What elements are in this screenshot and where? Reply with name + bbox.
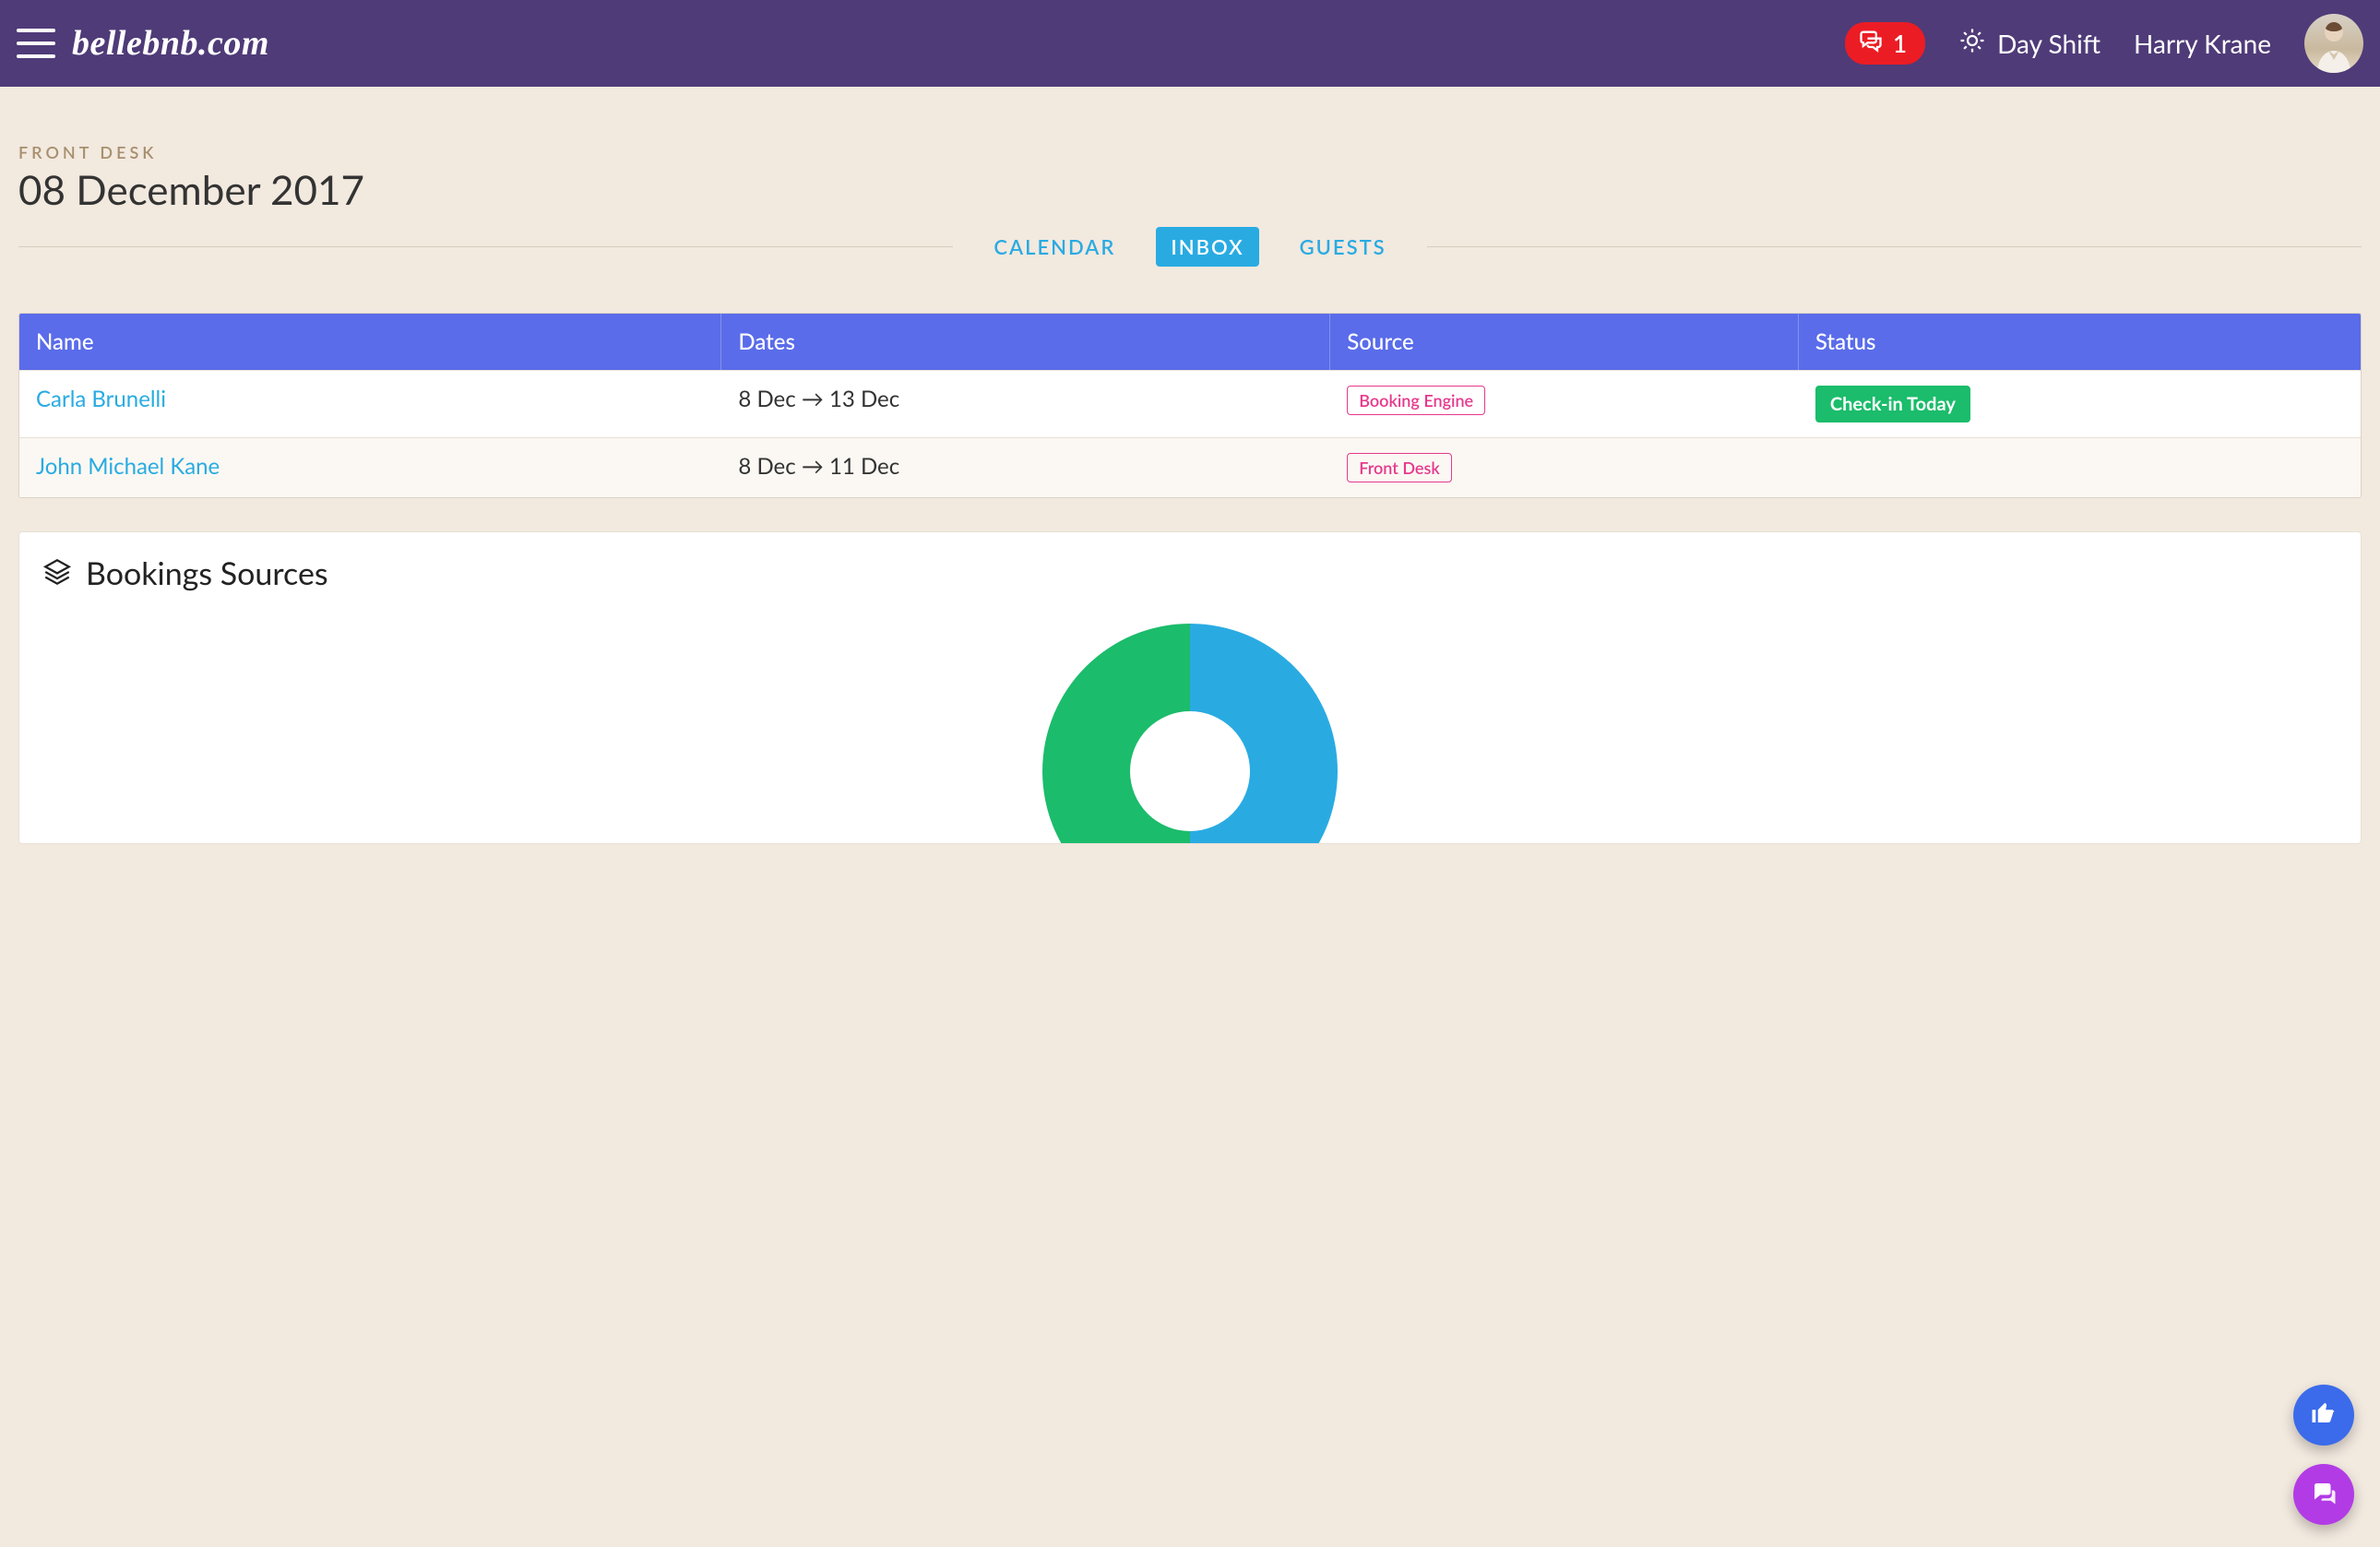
donut-hole (1130, 711, 1250, 831)
breadcrumb: FRONT DESK (18, 142, 2362, 162)
notification-count: 1 (1893, 29, 1907, 58)
guest-link[interactable]: Carla Brunelli (36, 386, 166, 412)
page-title: 08 December 2017 (18, 166, 2362, 214)
source-badge: Front Desk (1347, 453, 1451, 482)
cell-dates: 8 Dec → 13 Dec (721, 371, 1330, 437)
tab-row: CALENDAR INBOX GUESTS (18, 227, 2362, 267)
inbox-table: Name Dates Source Status Carla Brunelli … (18, 313, 2362, 498)
th-name: Name (19, 314, 721, 370)
app-logo[interactable]: bellebnb.com (72, 23, 269, 64)
avatar[interactable] (2304, 14, 2363, 73)
rule-right (1427, 246, 2362, 247)
card-title: Bookings Sources (86, 554, 328, 592)
source-badge: Booking Engine (1347, 386, 1485, 415)
table-row: John Michael Kane 8 Dec → 11 Dec Front D… (19, 437, 2361, 497)
thumbs-up-fab[interactable] (2293, 1385, 2354, 1446)
chat-icon (1858, 28, 1884, 59)
cell-name: Carla Brunelli (19, 371, 721, 437)
thumbs-up-icon (2310, 1399, 2338, 1431)
bookings-sources-card: Bookings Sources (18, 531, 2362, 844)
th-status: Status (1799, 314, 2361, 370)
menu-button[interactable] (17, 29, 55, 58)
fab-stack (2293, 1385, 2354, 1525)
tabs: CALENDAR INBOX GUESTS (953, 227, 1426, 267)
topbar: bellebnb.com 1 Day Shift Harry Krane (0, 0, 2380, 87)
notification-pill[interactable]: 1 (1845, 22, 1925, 65)
shift-toggle[interactable]: Day Shift (1958, 27, 2100, 60)
table-row: Carla Brunelli 8 Dec → 13 Dec Booking En… (19, 370, 2361, 437)
tab-inbox[interactable]: INBOX (1156, 227, 1258, 267)
cell-dates: 8 Dec → 11 Dec (721, 438, 1330, 497)
cell-source: Front Desk (1330, 438, 1799, 497)
tab-guests[interactable]: GUESTS (1285, 227, 1401, 267)
user-name[interactable]: Harry Krane (2134, 28, 2271, 59)
sun-icon (1958, 27, 1986, 60)
status-pill: Check-in Today (1815, 386, 1970, 422)
cell-source: Booking Engine (1330, 371, 1799, 437)
guest-link[interactable]: John Michael Kane (36, 453, 220, 480)
th-source: Source (1330, 314, 1799, 370)
donut-chart (19, 601, 2361, 843)
page: FRONT DESK 08 December 2017 CALENDAR INB… (0, 87, 2380, 844)
chat-bubbles-icon (2310, 1479, 2338, 1510)
chat-fab[interactable] (2293, 1464, 2354, 1525)
cell-name: John Michael Kane (19, 438, 721, 497)
topbar-right: 1 Day Shift Harry Krane (1845, 14, 2363, 73)
card-header: Bookings Sources (19, 554, 2361, 601)
layers-icon (42, 556, 73, 591)
tab-calendar[interactable]: CALENDAR (979, 227, 1130, 267)
cell-status: Check-in Today (1799, 371, 2361, 437)
table-header: Name Dates Source Status (19, 314, 2361, 370)
th-dates: Dates (721, 314, 1330, 370)
cell-status (1799, 438, 2361, 497)
rule-left (18, 246, 953, 247)
shift-label: Day Shift (1997, 28, 2100, 59)
